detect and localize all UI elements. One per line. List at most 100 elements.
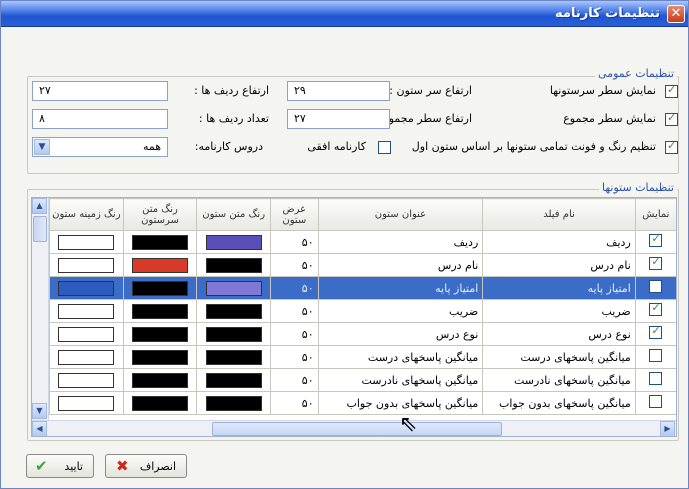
bg-color-swatch-cell[interactable] — [49, 299, 124, 323]
bg-color-swatch[interactable] — [58, 303, 115, 319]
show-cell[interactable] — [634, 345, 676, 369]
header-title[interactable]: عنوان ستون — [317, 198, 484, 231]
column-title-cell[interactable]: ضریب — [317, 299, 484, 323]
sum-height-input[interactable]: ۲۷ — [287, 109, 390, 129]
show-column-checkbox[interactable] — [649, 324, 663, 339]
header-show[interactable]: نمایش — [634, 198, 676, 231]
column-width-cell[interactable]: ۵۰ — [269, 368, 319, 392]
column-title-cell[interactable]: امتیاز پایه — [317, 276, 484, 300]
bg-color-swatch-cell[interactable] — [49, 322, 124, 346]
show-column-checkbox[interactable] — [649, 301, 663, 316]
bg-color-swatch-cell[interactable] — [49, 345, 124, 369]
bg-color-swatch[interactable] — [58, 372, 115, 388]
table-row[interactable]: ۵۰ ضریب ضریب — [49, 299, 676, 323]
column-width-cell[interactable]: ۵۰ — [269, 276, 319, 300]
text-color-swatch[interactable] — [205, 280, 262, 296]
header-text-color[interactable]: رنگ متن ستون — [196, 198, 271, 231]
show-header-row-checkbox[interactable] — [665, 83, 678, 98]
show-cell[interactable] — [634, 368, 676, 392]
text-color-swatch-cell[interactable] — [196, 230, 271, 254]
show-column-checkbox[interactable] — [649, 372, 663, 385]
text-color-swatch[interactable] — [205, 349, 262, 365]
column-width-cell[interactable]: ۵۰ — [269, 253, 319, 277]
vertical-scroll-thumb[interactable] — [33, 216, 47, 242]
column-width-cell[interactable]: ۵۰ — [269, 230, 319, 254]
column-width-cell[interactable]: ۵۰ — [269, 322, 319, 346]
text-color-swatch-cell[interactable] — [196, 368, 271, 392]
header-text-color-swatch[interactable] — [131, 303, 188, 319]
header-text-color-swatch[interactable] — [131, 257, 188, 273]
color-font-setting-checkbox[interactable] — [665, 139, 678, 154]
cancel-button[interactable]: انصراف ✖ — [105, 454, 187, 478]
header-text-color-swatch[interactable] — [131, 280, 188, 296]
header-field[interactable]: نام فیلد — [482, 198, 636, 231]
text-color-swatch-cell[interactable] — [196, 322, 271, 346]
text-color-swatch[interactable] — [205, 326, 262, 342]
header-text-color-swatch-cell[interactable] — [122, 368, 198, 392]
header-bg-color[interactable]: رنگ زمینه ستون — [49, 198, 124, 231]
table-row[interactable]: ۵۰ میانگین پاسخهای درست میانگین پاسخهای در… — [49, 345, 676, 369]
header-text-color-swatch[interactable] — [131, 234, 188, 250]
text-color-swatch-cell[interactable] — [196, 391, 271, 415]
column-width-cell[interactable]: ۵۰ — [269, 299, 319, 323]
bg-color-swatch[interactable] — [58, 280, 115, 296]
table-row[interactable]: ۵۰ میانگین پاسخهای نادرست میانگین پاسخهای … — [49, 368, 676, 392]
header-text-color-swatch[interactable] — [131, 372, 188, 388]
header-text-color-swatch-cell[interactable] — [122, 253, 198, 277]
chevron-down-icon[interactable]: ▼ — [34, 139, 50, 155]
show-column-checkbox[interactable] — [649, 232, 663, 247]
scroll-up-icon[interactable]: ▲ — [32, 198, 47, 214]
header-text-color-swatch-cell[interactable] — [122, 299, 198, 323]
show-sum-row-checkbox[interactable] — [665, 111, 678, 126]
header-text-color-swatch-cell[interactable] — [122, 391, 198, 415]
table-row[interactable]: ۵۰ نوع درس نوع درس — [49, 322, 676, 346]
table-row[interactable]: ۵۰ امتیاز پایه امتیاز پایه — [49, 276, 676, 300]
header-text-color-swatch-cell[interactable] — [122, 345, 198, 369]
show-cell[interactable] — [634, 230, 676, 254]
text-color-swatch-cell[interactable] — [196, 299, 271, 323]
bg-color-swatch[interactable] — [58, 326, 115, 342]
bg-color-swatch-cell[interactable] — [49, 368, 124, 392]
show-column-checkbox[interactable] — [649, 349, 663, 362]
bg-color-swatch[interactable] — [58, 257, 115, 273]
show-cell[interactable] — [634, 322, 676, 346]
bg-color-swatch[interactable] — [58, 349, 115, 365]
bg-color-swatch-cell[interactable] — [49, 230, 124, 254]
column-title-cell[interactable]: ردیف — [317, 230, 484, 254]
header-text-color-swatch[interactable] — [131, 326, 188, 342]
bg-color-swatch-cell[interactable] — [49, 253, 124, 277]
bg-color-swatch-cell[interactable] — [49, 391, 124, 415]
report-courses-select[interactable]: همه ▼ — [32, 137, 168, 157]
show-column-checkbox[interactable] — [649, 280, 663, 293]
text-color-swatch-cell[interactable] — [196, 253, 271, 277]
text-color-swatch[interactable] — [205, 372, 262, 388]
header-text-color-swatch[interactable] — [131, 395, 188, 411]
show-column-checkbox[interactable] — [649, 255, 663, 270]
close-icon[interactable]: ✕ — [667, 5, 685, 23]
text-color-swatch-cell[interactable] — [196, 276, 271, 300]
column-title-cell[interactable]: نام درس — [317, 253, 484, 277]
text-color-swatch-cell[interactable] — [196, 345, 271, 369]
vertical-scrollbar[interactable]: ▲ ▼ — [32, 198, 49, 420]
show-column-checkbox[interactable] — [649, 395, 663, 408]
row-count-input[interactable]: ۸ — [32, 109, 168, 129]
text-color-swatch[interactable] — [205, 395, 262, 411]
horizontal-scroll-thumb[interactable] — [212, 422, 502, 436]
scroll-right-icon[interactable]: ▶ — [660, 421, 675, 436]
header-text-color-swatch-cell[interactable] — [122, 276, 198, 300]
show-cell[interactable] — [634, 253, 676, 277]
bg-color-swatch[interactable] — [58, 234, 115, 250]
bg-color-swatch-cell[interactable] — [49, 276, 124, 300]
bg-color-swatch[interactable] — [58, 395, 115, 411]
column-title-cell[interactable]: میانگین پاسخهای نادرست — [317, 368, 484, 392]
scroll-down-icon[interactable]: ▼ — [32, 403, 47, 419]
row-height-input[interactable]: ۲۷ — [32, 81, 168, 101]
ok-button[interactable]: تایید ✔ — [26, 454, 94, 478]
horizontal-scrollbar[interactable]: ◀ ▶ — [32, 420, 676, 436]
column-title-cell[interactable]: نوع درس — [317, 322, 484, 346]
show-cell[interactable] — [634, 276, 676, 300]
scroll-left-icon[interactable]: ◀ — [32, 421, 47, 436]
horizontal-report-checkbox[interactable] — [378, 141, 391, 154]
column-width-cell[interactable]: ۵۰ — [269, 391, 319, 415]
show-cell[interactable] — [634, 299, 676, 323]
